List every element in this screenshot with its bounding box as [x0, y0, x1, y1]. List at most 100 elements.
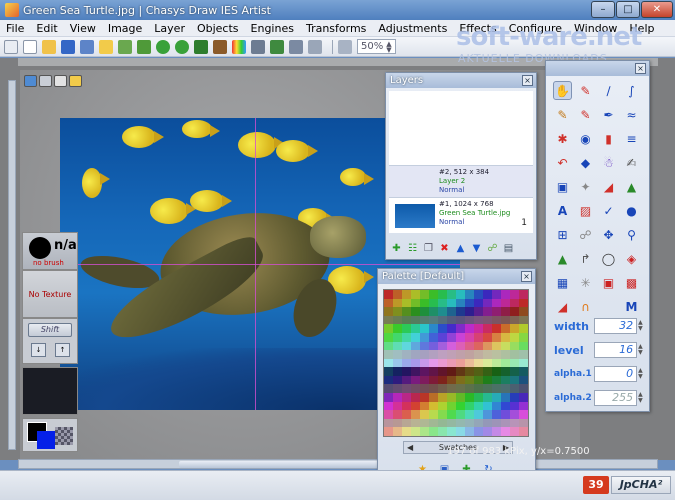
color-swatch[interactable]	[438, 350, 447, 359]
brush-tool-icon[interactable]: ✎	[553, 105, 572, 124]
link-icon[interactable]: ☍	[486, 242, 499, 255]
gradient-tool-icon[interactable]: ▲	[622, 177, 641, 196]
menu-transforms[interactable]: Transforms	[300, 20, 372, 37]
color-swatch[interactable]	[447, 332, 456, 342]
color-swatch[interactable]	[510, 350, 519, 359]
color-swatch[interactable]	[420, 290, 429, 299]
color-swatch[interactable]	[447, 324, 456, 333]
layers-panel-title[interactable]: Layers ×	[386, 73, 536, 88]
color-swatch[interactable]	[402, 358, 411, 368]
color-swatch[interactable]	[483, 315, 492, 325]
delete-layer-icon[interactable]: ✖	[438, 242, 451, 255]
color-swatch[interactable]	[438, 427, 447, 436]
color-swatch[interactable]	[465, 367, 474, 376]
color-swatch[interactable]	[438, 358, 447, 368]
color-swatch[interactable]	[483, 324, 492, 333]
shapes-tool-icon[interactable]: ▲	[553, 249, 572, 268]
color-swatch[interactable]	[429, 393, 438, 402]
color-swatch[interactable]	[429, 384, 438, 394]
add-layer-icon[interactable]	[118, 39, 132, 54]
color-swatch[interactable]	[483, 393, 492, 402]
color-swatch[interactable]	[447, 341, 456, 351]
color-swatch[interactable]	[474, 427, 483, 436]
color-swatch[interactable]	[429, 324, 438, 333]
color-swatch[interactable]	[384, 375, 393, 385]
curve-tool-icon[interactable]: ∫	[622, 81, 641, 100]
move-down-icon[interactable]: ▼	[470, 242, 483, 255]
color-swatch[interactable]	[402, 393, 411, 402]
color-swatch[interactable]	[384, 427, 393, 436]
color-swatch[interactable]	[411, 401, 420, 411]
spinner-icon[interactable]: ▲ ▼	[638, 344, 644, 356]
level-input[interactable]: 16	[593, 342, 638, 358]
color-swatch[interactable]	[465, 375, 474, 385]
effects-tool-icon[interactable]: ◈	[622, 249, 641, 268]
color-swatch[interactable]	[429, 298, 438, 308]
color-swatch[interactable]	[510, 393, 519, 402]
color-swatch[interactable]	[465, 290, 474, 299]
color-swatch[interactable]	[393, 410, 402, 419]
color-swatch[interactable]	[492, 401, 501, 411]
color-swatch[interactable]	[465, 393, 474, 402]
color-swatch[interactable]	[456, 307, 465, 316]
settings-icon[interactable]	[308, 39, 322, 54]
airbrush-tool-icon[interactable]: ✱	[553, 129, 572, 148]
color-swatch[interactable]	[393, 350, 402, 359]
color-swatch[interactable]	[465, 307, 474, 316]
color-swatch[interactable]	[438, 393, 447, 402]
color-swatch[interactable]	[384, 315, 393, 325]
color-swatch[interactable]	[465, 427, 474, 436]
close-icon[interactable]: ×	[635, 63, 646, 74]
color-swatch[interactable]	[474, 350, 483, 359]
menu-objects[interactable]: Objects	[191, 20, 245, 37]
color-swatch[interactable]	[402, 290, 411, 299]
transparent-color[interactable]	[55, 427, 73, 445]
color-swatch[interactable]	[492, 290, 501, 299]
color-swatch[interactable]	[456, 350, 465, 359]
color-selector[interactable]	[22, 418, 78, 452]
color-swatch[interactable]	[510, 298, 519, 308]
color-swatch[interactable]	[411, 427, 420, 436]
color-swatch[interactable]	[510, 418, 519, 428]
color-swatch[interactable]	[474, 393, 483, 402]
color-swatch[interactable]	[438, 315, 447, 325]
color-swatch[interactable]	[447, 307, 456, 316]
color-swatch[interactable]	[447, 367, 456, 376]
color-swatch[interactable]	[411, 358, 420, 368]
maximize-button[interactable]: □	[616, 1, 640, 18]
color-swatch[interactable]	[492, 384, 501, 394]
step-up-button[interactable]: ↑	[55, 343, 70, 357]
color-swatch[interactable]	[393, 324, 402, 333]
picture-icon[interactable]	[270, 39, 284, 54]
color-swatch[interactable]	[519, 367, 528, 376]
color-swatch[interactable]	[456, 358, 465, 368]
color-swatch[interactable]	[393, 315, 402, 325]
color-swatch[interactable]	[384, 410, 393, 419]
color-swatch[interactable]	[465, 410, 474, 419]
color-swatch[interactable]	[519, 341, 528, 351]
undo-stroke-icon[interactable]: ↶	[553, 153, 572, 172]
color-swatch[interactable]	[492, 332, 501, 342]
color-swatch[interactable]	[510, 315, 519, 325]
scrollbar-thumb[interactable]	[179, 461, 379, 468]
color-swatch[interactable]	[447, 427, 456, 436]
color-swatch[interactable]	[411, 367, 420, 376]
palette-panel-title[interactable]: Palette [Default] ×	[378, 269, 535, 284]
color-swatch[interactable]	[483, 418, 492, 428]
color-swatch[interactable]	[447, 401, 456, 411]
color-swatch[interactable]	[420, 427, 429, 436]
color-swatch[interactable]	[420, 358, 429, 368]
color-swatch[interactable]	[393, 358, 402, 368]
color-swatch[interactable]	[492, 341, 501, 351]
color-swatch[interactable]	[411, 410, 420, 419]
text-tool-icon[interactable]: A	[553, 201, 572, 220]
color-swatch[interactable]	[420, 384, 429, 394]
color-swatch[interactable]	[402, 324, 411, 333]
color-swatch[interactable]	[474, 384, 483, 394]
color-swatch[interactable]	[411, 290, 420, 299]
color-swatch[interactable]	[393, 384, 402, 394]
color-swatch[interactable]	[438, 341, 447, 351]
color-swatch[interactable]	[411, 393, 420, 402]
color-swatch[interactable]	[519, 332, 528, 342]
magic-wand-icon[interactable]: ✦	[576, 177, 595, 196]
